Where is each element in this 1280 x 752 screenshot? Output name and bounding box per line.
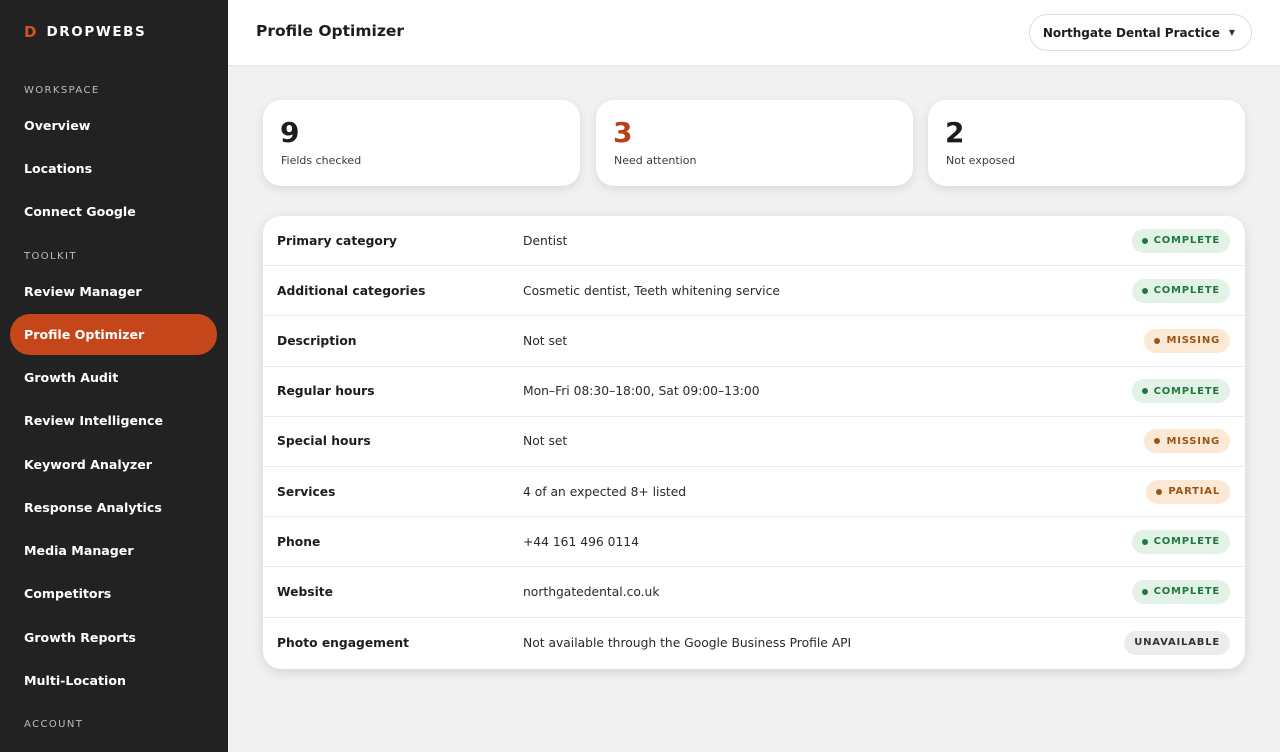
status-text: MISSING: [1166, 335, 1220, 347]
field-value: northgatedental.co.uk: [523, 584, 660, 599]
stat-card-need-attention: 3 Need attention: [596, 100, 913, 186]
sidebar-item-multi-location[interactable]: Multi-Location: [10, 660, 217, 701]
sidebar-item-overview[interactable]: Overview: [10, 105, 217, 146]
table-row[interactable]: Description Not set MISSING: [263, 316, 1245, 367]
field-name: Regular hours: [277, 384, 375, 399]
table-row[interactable]: Photo engagement Not available through t…: [263, 618, 1245, 668]
field-name: Primary category: [277, 233, 397, 248]
table-row[interactable]: Primary category Dentist COMPLETE: [263, 216, 1245, 267]
status-text: COMPLETE: [1153, 285, 1220, 297]
sidebar-item-growth-reports[interactable]: Growth Reports: [10, 617, 217, 658]
stat-label: Need attention: [614, 154, 697, 167]
location-selector-label: Northgate Dental Practice: [1042, 25, 1220, 40]
table-row[interactable]: Special hours Not set MISSING: [263, 417, 1245, 467]
sidebar-item-response-analytics[interactable]: Response Analytics: [10, 487, 217, 528]
status-dot-icon: [1141, 588, 1148, 595]
location-selector[interactable]: Northgate Dental Practice ▼: [1028, 14, 1252, 51]
profile-fields-table: Primary category Dentist COMPLETE Additi…: [263, 216, 1245, 669]
section-label-account: ACCOUNT: [24, 719, 84, 730]
table-row[interactable]: Services 4 of an expected 8+ listed PART…: [263, 467, 1245, 518]
status-text: COMPLETE: [1153, 586, 1220, 598]
status-badge: UNAVAILABLE: [1124, 630, 1230, 655]
top-header: Profile Optimizer Northgate Dental Pract…: [228, 0, 1280, 66]
field-name: Services: [277, 484, 336, 499]
sidebar-item-review-manager[interactable]: Review Manager: [10, 271, 217, 312]
field-value: Not set: [523, 434, 568, 449]
field-value: 4 of an expected 8+ listed: [523, 484, 687, 499]
sidebar-item-keyword-analyzer[interactable]: Keyword Analyzer: [10, 444, 217, 485]
stat-value: 3: [613, 116, 633, 149]
stat-label: Fields checked: [281, 154, 362, 167]
status-text: COMPLETE: [1153, 536, 1220, 548]
status-dot-icon: [1141, 538, 1148, 545]
status-text: COMPLETE: [1153, 235, 1220, 247]
brand-name: DROPWEBS: [46, 24, 147, 40]
stat-value: 9: [280, 116, 300, 149]
stat-value: 2: [945, 116, 965, 149]
sidebar: D DROPWEBS WORKSPACE Overview Locations …: [0, 0, 228, 752]
field-value: Not available through the Google Busines…: [523, 635, 852, 650]
status-dot-icon: [1141, 287, 1148, 294]
status-text: PARTIAL: [1168, 486, 1220, 498]
field-name: Special hours: [277, 434, 371, 449]
section-label-workspace: WORKSPACE: [24, 85, 100, 96]
status-badge: MISSING: [1144, 328, 1230, 353]
field-value: +44 161 496 0114: [523, 534, 639, 549]
status-dot-icon: [1156, 488, 1163, 495]
status-badge: COMPLETE: [1131, 278, 1230, 303]
status-text: MISSING: [1166, 435, 1220, 447]
status-badge: COMPLETE: [1131, 529, 1230, 554]
sidebar-item-profile-optimizer[interactable]: Profile Optimizer: [10, 314, 217, 355]
table-row[interactable]: Phone +44 161 496 0114 COMPLETE: [263, 517, 1245, 568]
field-name: Additional categories: [277, 283, 426, 298]
sidebar-item-review-intelligence[interactable]: Review Intelligence: [10, 400, 217, 441]
sidebar-item-connect-google[interactable]: Connect Google: [10, 191, 217, 232]
status-text: COMPLETE: [1153, 385, 1220, 397]
stat-card-fields-checked: 9 Fields checked: [263, 100, 580, 186]
field-name: Description: [277, 333, 357, 348]
brand-mark-icon: D: [24, 23, 37, 41]
status-dot-icon: [1141, 237, 1148, 244]
table-row[interactable]: Additional categories Cosmetic dentist, …: [263, 266, 1245, 317]
sidebar-item-competitors[interactable]: Competitors: [10, 573, 217, 614]
status-badge: COMPLETE: [1131, 228, 1230, 253]
status-dot-icon: [1154, 438, 1161, 445]
field-value: Dentist: [523, 233, 568, 248]
page-title: Profile Optimizer: [256, 22, 404, 40]
field-value: Not set: [523, 333, 568, 348]
field-value: Mon–Fri 08:30–18:00, Sat 09:00–13:00: [523, 384, 760, 399]
field-value: Cosmetic dentist, Teeth whitening servic…: [523, 283, 780, 298]
table-row[interactable]: Regular hours Mon–Fri 08:30–18:00, Sat 0…: [263, 367, 1245, 417]
chevron-down-icon: ▼: [1228, 28, 1235, 37]
sidebar-item-media-manager[interactable]: Media Manager: [10, 530, 217, 571]
status-badge: MISSING: [1144, 429, 1230, 454]
sidebar-item-growth-audit[interactable]: Growth Audit: [10, 357, 217, 398]
status-dot-icon: [1141, 388, 1148, 395]
field-name: Website: [277, 584, 334, 599]
status-badge: COMPLETE: [1131, 579, 1230, 604]
stat-label: Not exposed: [946, 154, 1016, 167]
sidebar-item-locations[interactable]: Locations: [10, 148, 217, 189]
brand-logo[interactable]: D DROPWEBS: [24, 23, 146, 41]
section-label-toolkit: TOOLKIT: [24, 251, 77, 262]
status-text: UNAVAILABLE: [1134, 637, 1220, 649]
stat-card-not-exposed: 2 Not exposed: [928, 100, 1245, 186]
table-row[interactable]: Website northgatedental.co.uk COMPLETE: [263, 567, 1245, 618]
field-name: Phone: [277, 534, 321, 549]
field-name: Photo engagement: [277, 635, 409, 650]
status-badge: COMPLETE: [1131, 379, 1230, 404]
status-dot-icon: [1154, 337, 1161, 344]
status-badge: PARTIAL: [1146, 479, 1230, 504]
